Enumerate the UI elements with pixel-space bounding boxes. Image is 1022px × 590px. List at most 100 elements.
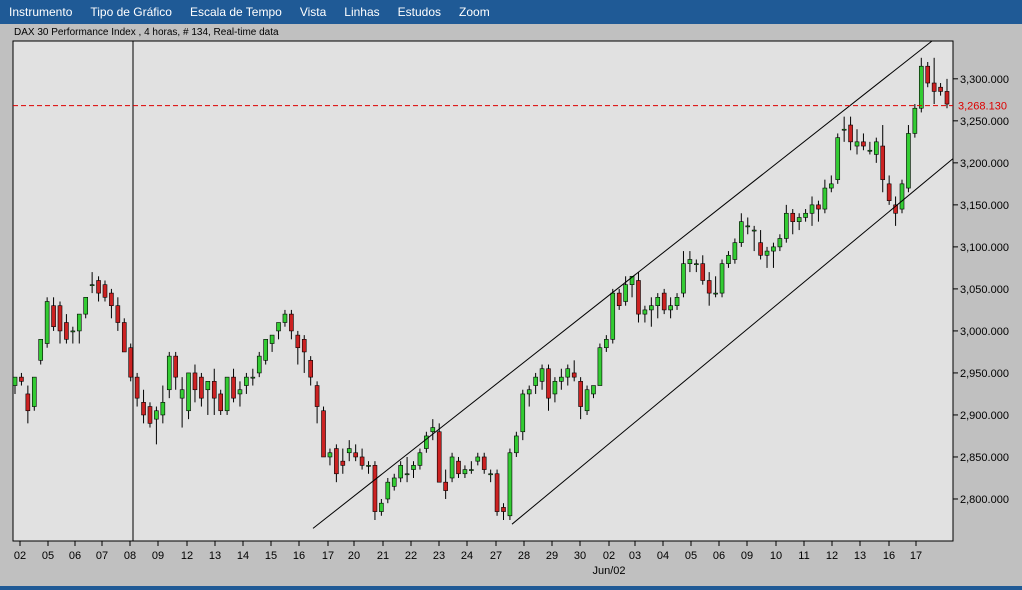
candle-body [276, 322, 281, 332]
x-tick-label: 02 [603, 550, 615, 562]
candle-body [751, 229, 757, 232]
candle-body [366, 465, 371, 467]
candle-body [263, 339, 268, 361]
candle-body [391, 477, 397, 487]
y-tick-label: 3,100.000 [960, 242, 1009, 254]
candle-body [604, 339, 609, 349]
candle-body [944, 91, 950, 105]
x-tick-label: 28 [518, 550, 530, 562]
candle-body [289, 313, 294, 332]
candlestick-chart[interactable]: 2,800.000 2,850.000 2,900.000 2,950.000 3,00… [0, 0, 1022, 586]
x-tick-label: 14 [237, 550, 249, 562]
candle-body [514, 435, 519, 454]
candle-body [854, 141, 860, 147]
candle-body [218, 393, 223, 412]
candle-body [623, 284, 628, 302]
candle-body [803, 212, 808, 218]
candle-body [25, 393, 31, 412]
candle-body [199, 376, 204, 399]
candle-body [295, 334, 301, 349]
candle-body [443, 481, 448, 491]
candle-body [456, 460, 461, 475]
candle-body [89, 284, 95, 286]
candle-body [719, 263, 725, 294]
candle-body [745, 225, 751, 228]
candle-body [224, 376, 230, 412]
x-tick-label: 06 [713, 550, 725, 562]
y-tick-label: 2,900.000 [960, 410, 1009, 422]
candle-body [777, 238, 783, 248]
candle-body [481, 456, 487, 470]
x-tick-label: 08 [124, 550, 136, 562]
x-tick-label: 09 [741, 550, 753, 562]
candle-body [372, 465, 378, 512]
candle-body [835, 137, 841, 180]
candle-body [76, 313, 82, 332]
candle-body [231, 376, 236, 399]
y-tick-label: 3,150.000 [960, 200, 1009, 212]
candle-body [301, 339, 307, 353]
candle-body [173, 355, 178, 378]
bottom-bar [0, 586, 1022, 590]
y-tick-label: 2,850.000 [960, 452, 1009, 464]
candle-body [411, 465, 416, 470]
candle-body [758, 242, 763, 256]
candle-body [327, 452, 333, 458]
candle-body [38, 339, 44, 361]
candle-body [571, 372, 577, 378]
candle-body [674, 297, 680, 307]
candle-body [559, 376, 564, 382]
x-tick-label: 22 [405, 550, 417, 562]
candle-body [526, 389, 532, 395]
candle-body [713, 292, 718, 295]
x-tick-label: 15 [265, 550, 277, 562]
candle-body [19, 376, 24, 382]
candle-body [417, 452, 423, 466]
candle-body [912, 107, 918, 134]
candle-body [584, 389, 590, 412]
candle-body [501, 507, 506, 512]
candle-body [186, 372, 191, 412]
x-tick-label: 02 [14, 550, 26, 562]
x-tick-label: 16 [883, 550, 895, 562]
x-tick-label: 21 [377, 550, 389, 562]
x-tick-label: 17 [910, 550, 922, 562]
x-tick-label: 07 [96, 550, 108, 562]
candle-body [616, 292, 622, 307]
reference-label: 3,268.130 [958, 101, 1007, 113]
x-axis: 02 05 06 07 08 09 12 13 14 15 16 17 20 21 22 23 24 27 28 29… [14, 541, 922, 562]
x-tick-label: 20 [348, 550, 360, 562]
candle-body [694, 263, 699, 265]
candle-body [314, 385, 320, 407]
candle-body [57, 305, 63, 332]
candle-body [128, 347, 133, 378]
candle-body [96, 280, 101, 294]
candle-body [121, 322, 127, 353]
x-tick-label: 10 [770, 550, 782, 562]
y-tick-label: 2,950.000 [960, 368, 1009, 380]
candle-body [861, 141, 866, 147]
candle-body [848, 124, 853, 143]
x-tick-label: 16 [293, 550, 305, 562]
candle-body [244, 376, 249, 386]
x-tick-label: 06 [69, 550, 81, 562]
y-tick-label: 2,800.000 [960, 494, 1009, 506]
candle-body [899, 183, 905, 210]
candle-body [867, 149, 873, 152]
candle-body [507, 452, 513, 517]
candle-body [938, 86, 943, 92]
candle-body [385, 481, 391, 500]
candle-body [578, 381, 583, 407]
candle-body [109, 292, 114, 307]
candle-body [166, 355, 172, 391]
candle-body [784, 212, 789, 239]
y-tick-label: 3,000.000 [960, 326, 1009, 338]
y-tick-label: 3,300.000 [960, 74, 1009, 86]
x-tick-label: 11 [798, 550, 809, 562]
candle-body [308, 360, 313, 378]
candle-body [533, 376, 538, 386]
x-tick-label: 12 [181, 550, 193, 562]
candle-body [134, 376, 140, 399]
candle-body [83, 297, 89, 315]
x-tick-label: 05 [685, 550, 697, 562]
